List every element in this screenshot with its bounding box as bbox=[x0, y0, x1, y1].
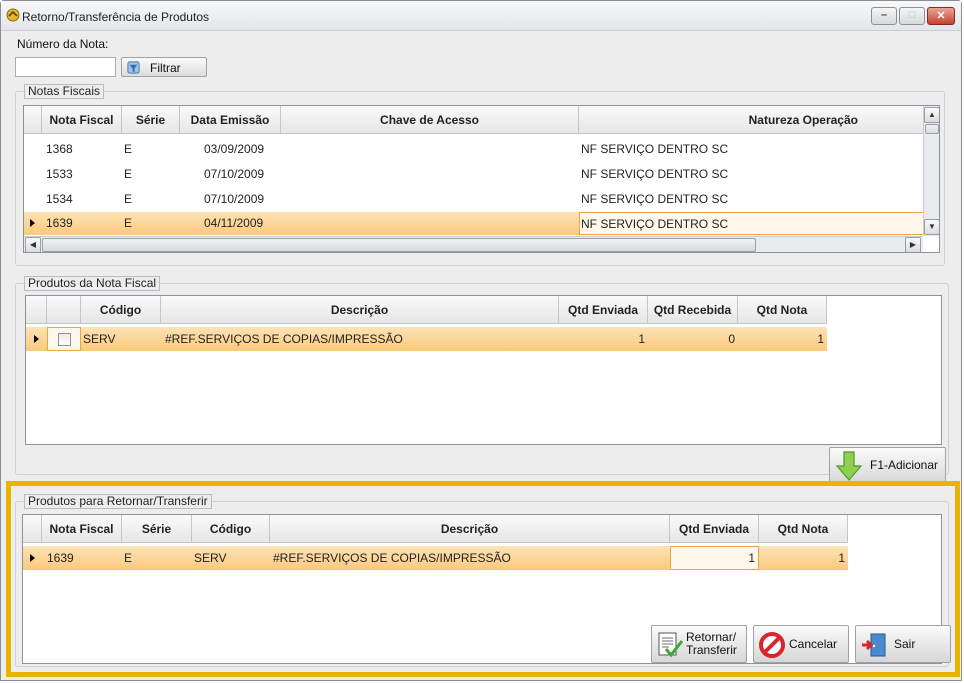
add-arrow-icon bbox=[835, 451, 863, 481]
cell-serie: E bbox=[124, 192, 133, 206]
adicionar-label: F1-Adicionar bbox=[870, 457, 939, 472]
row-header-corner bbox=[24, 106, 42, 134]
qtd-enviada-edit[interactable]: 1 bbox=[670, 546, 759, 570]
col-qtd-nota[interactable]: Qtd Nota bbox=[738, 296, 827, 324]
current-row-arrow-icon bbox=[30, 219, 35, 227]
col-qtd-nota[interactable]: Qtd Nota bbox=[759, 515, 848, 543]
col-data-emissao[interactable]: Data Emissão bbox=[180, 106, 281, 134]
current-row-arrow-icon bbox=[34, 335, 39, 343]
notas-fiscais-title: Notas Fiscais bbox=[24, 84, 105, 99]
app-icon bbox=[6, 8, 20, 22]
col-descricao[interactable]: Descrição bbox=[270, 515, 670, 543]
cell-codigo: SERV bbox=[194, 551, 227, 565]
cell-natureza: NF SERVIÇO DENTRO SC bbox=[581, 142, 729, 156]
numero-nota-input[interactable] bbox=[15, 57, 116, 77]
select-checkbox[interactable] bbox=[58, 333, 71, 346]
cell-nota: 1533 bbox=[46, 167, 73, 181]
cell-serie: E bbox=[124, 216, 133, 230]
cell-qtd-nota: 1 bbox=[838, 551, 845, 565]
retornar-title: Produtos para Retornar/Transferir bbox=[24, 494, 212, 509]
close-button[interactable]: ✕ bbox=[927, 7, 955, 25]
notas-fiscais-grid: Nota Fiscal Série Data Emissão Chave de … bbox=[23, 105, 940, 253]
window-title: Retorno/Transferência de Produtos bbox=[22, 10, 209, 24]
exit-door-icon bbox=[862, 633, 886, 657]
cell-natureza-edit[interactable]: NF SERVIÇO DENTRO SC bbox=[579, 212, 924, 235]
filtrar-button[interactable]: Filtrar bbox=[121, 57, 207, 77]
col-qtd-enviada[interactable]: Qtd Enviada bbox=[670, 515, 759, 543]
table-row-selected[interactable]: SERV #REF.SERVIÇOS DE COPIAS/IMPRESSÃO 1… bbox=[26, 327, 827, 351]
cell-data: 07/10/2009 bbox=[204, 192, 265, 206]
col-descricao[interactable]: Descrição bbox=[161, 296, 559, 324]
scroll-right-icon[interactable]: ▶ bbox=[905, 237, 921, 252]
cell-nota: 1534 bbox=[46, 192, 73, 206]
cell-natureza: NF SERVIÇO DENTRO SC bbox=[581, 192, 729, 206]
produtos-nota-title: Produtos da Nota Fiscal bbox=[24, 276, 161, 291]
scroll-left-icon[interactable]: ◀ bbox=[25, 237, 41, 252]
cell-descricao: #REF.SERVIÇOS DE COPIAS/IMPRESSÃO bbox=[165, 332, 403, 346]
cancel-icon bbox=[759, 632, 785, 658]
cell-nota: 1639 bbox=[47, 551, 74, 565]
adicionar-button[interactable]: F1-Adicionar bbox=[829, 447, 946, 483]
minimize-button[interactable]: – bbox=[871, 7, 897, 25]
current-row-arrow-icon bbox=[30, 554, 35, 562]
col-qtd-recebida[interactable]: Qtd Recebida bbox=[648, 296, 738, 324]
cancelar-label: Cancelar bbox=[789, 636, 838, 651]
cell-data: 07/10/2009 bbox=[204, 167, 265, 181]
numero-nota-label: Número da Nota: bbox=[17, 37, 109, 51]
table-row-selected[interactable]: 1639 E 04/11/2009 NF SERVIÇO DENTRO SC bbox=[24, 212, 924, 235]
vertical-scroll-thumb[interactable] bbox=[925, 124, 939, 134]
retornar-transferir-button[interactable]: Retornar/ Transferir bbox=[651, 625, 747, 663]
cell-serie: E bbox=[124, 142, 133, 156]
col-serie[interactable]: Série bbox=[122, 515, 192, 543]
cell-qtd-nota: 1 bbox=[817, 332, 824, 346]
cell-serie: E bbox=[124, 551, 133, 565]
maximize-button[interactable]: □ bbox=[899, 7, 925, 25]
cell-data: 03/09/2009 bbox=[204, 142, 265, 156]
scroll-up-icon[interactable]: ▲ bbox=[924, 107, 939, 123]
col-qtd-enviada[interactable]: Qtd Enviada bbox=[559, 296, 648, 324]
select-cell[interactable] bbox=[47, 327, 81, 351]
col-codigo[interactable]: Código bbox=[192, 515, 270, 543]
row-header-corner bbox=[23, 515, 42, 543]
retornar-icon bbox=[658, 632, 684, 658]
col-select[interactable] bbox=[47, 296, 81, 324]
col-nota-fiscal[interactable]: Nota Fiscal bbox=[42, 515, 122, 543]
filtrar-label: Filtrar bbox=[150, 61, 181, 75]
col-serie[interactable]: Série bbox=[122, 106, 180, 134]
row-header-corner bbox=[26, 296, 47, 324]
vertical-scrollbar[interactable]: ▲ ▼ bbox=[923, 106, 939, 236]
cell-nota: 1639 bbox=[46, 216, 73, 230]
col-nota-fiscal[interactable]: Nota Fiscal bbox=[42, 106, 122, 134]
title-bar: Retorno/Transferência de Produtos – □ ✕ bbox=[1, 1, 961, 31]
table-row-selected[interactable]: 1639 E SERV #REF.SERVIÇOS DE COPIAS/IMPR… bbox=[23, 546, 848, 570]
produtos-nota-grid: Código Descrição Qtd Enviada Qtd Recebid… bbox=[25, 295, 942, 445]
horizontal-scrollbar[interactable]: ◀ ▶ bbox=[24, 236, 923, 252]
cell-data: 04/11/2009 bbox=[204, 216, 264, 230]
col-chave-acesso[interactable]: Chave de Acesso bbox=[281, 106, 579, 134]
sair-button[interactable]: Sair bbox=[855, 625, 951, 663]
horizontal-scroll-thumb[interactable] bbox=[42, 238, 756, 252]
cell-qtd-enviada: 1 bbox=[748, 551, 755, 565]
cell-descricao: #REF.SERVIÇOS DE COPIAS/IMPRESSÃO bbox=[273, 551, 511, 565]
cancelar-button[interactable]: Cancelar bbox=[753, 625, 849, 663]
cell-serie: E bbox=[124, 167, 133, 181]
scroll-down-icon[interactable]: ▼ bbox=[924, 219, 939, 235]
cell-codigo: SERV bbox=[83, 332, 116, 346]
col-codigo[interactable]: Código bbox=[81, 296, 161, 324]
sair-label: Sair bbox=[894, 636, 916, 651]
cell-nota: 1368 bbox=[46, 142, 73, 156]
cell-qtd-recebida: 0 bbox=[728, 332, 735, 346]
cell-natureza: NF SERVIÇO DENTRO SC bbox=[581, 217, 729, 231]
retornar-label: Retornar/ Transferir bbox=[686, 626, 737, 662]
cell-qtd-enviada: 1 bbox=[638, 332, 645, 346]
cell-natureza: NF SERVIÇO DENTRO SC bbox=[581, 167, 729, 181]
retornar-label-line2: Transferir bbox=[686, 643, 737, 657]
main-window: Retorno/Transferência de Produtos – □ ✕ … bbox=[0, 0, 962, 681]
col-natureza-operacao[interactable]: Natureza Operação bbox=[579, 106, 924, 134]
filter-icon bbox=[127, 61, 140, 74]
